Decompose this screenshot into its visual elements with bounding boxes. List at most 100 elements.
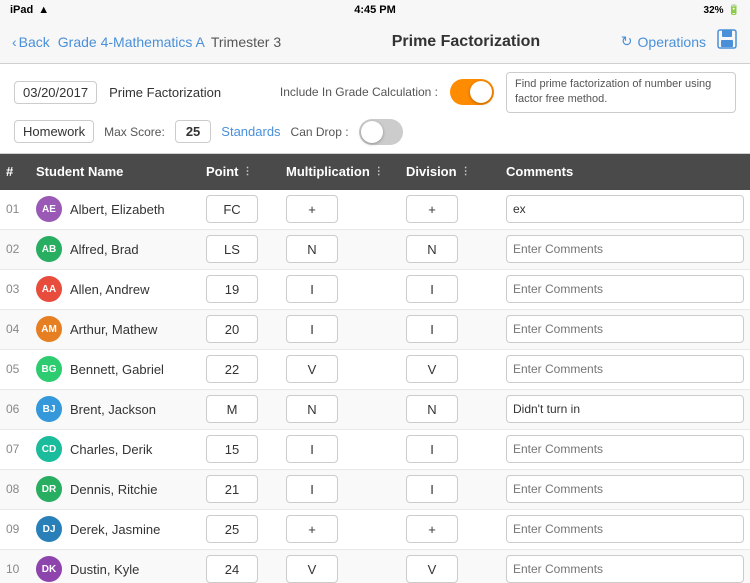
point-cell (206, 235, 286, 263)
sort-div-icon[interactable]: ⋮ (461, 166, 471, 177)
info-row-1: 03/20/2017 Prime Factorization Include I… (14, 72, 736, 113)
point-cell (206, 355, 286, 383)
row-num: 06 (6, 402, 36, 416)
comment-input[interactable] (506, 395, 744, 423)
div-input[interactable] (406, 395, 458, 423)
comment-input[interactable] (506, 515, 744, 543)
comment-cell (506, 515, 744, 543)
student-name: Allen, Andrew (70, 282, 150, 297)
back-button[interactable]: ‹ Back (12, 34, 50, 50)
mult-cell (286, 515, 406, 543)
mult-input[interactable] (286, 475, 338, 503)
row-num: 03 (6, 282, 36, 296)
div-cell (406, 315, 506, 343)
div-input[interactable] (406, 355, 458, 383)
div-cell (406, 395, 506, 423)
point-input[interactable] (206, 395, 258, 423)
comment-input[interactable] (506, 435, 744, 463)
mult-input[interactable] (286, 195, 338, 223)
table-row: 10 DK Dustin, Kyle (0, 550, 750, 583)
point-cell (206, 275, 286, 303)
point-input[interactable] (206, 555, 258, 583)
page-title: Prime Factorization (319, 33, 613, 51)
point-input[interactable] (206, 435, 258, 463)
description-box: Find prime factorization of number using… (506, 72, 736, 113)
div-input[interactable] (406, 555, 458, 583)
avatar: DK (36, 556, 62, 582)
comment-input[interactable] (506, 555, 744, 583)
row-num: 10 (6, 562, 36, 576)
avatar: AM (36, 316, 62, 342)
mult-input[interactable] (286, 515, 338, 543)
student-cell: DJ Derek, Jasmine (36, 516, 206, 542)
save-button[interactable] (716, 28, 738, 56)
can-drop-toggle[interactable] (359, 119, 403, 145)
table-header: # Student Name Point ⋮ Multiplication ⋮ … (0, 154, 750, 190)
comment-input[interactable] (506, 355, 744, 383)
mult-input[interactable] (286, 315, 338, 343)
refresh-icon: ↻ (621, 33, 633, 50)
div-input[interactable] (406, 435, 458, 463)
assignment-date[interactable]: 03/20/2017 (14, 81, 97, 104)
operations-button[interactable]: ↻ Operations (621, 33, 706, 50)
assignment-type[interactable]: Homework (14, 120, 94, 143)
status-bar: iPad ▲ 4:45 PM 32% 🔋 (0, 0, 750, 20)
comment-cell (506, 195, 744, 223)
div-input[interactable] (406, 195, 458, 223)
include-label: Include In Grade Calculation : (280, 85, 438, 99)
mult-cell (286, 475, 406, 503)
div-input[interactable] (406, 275, 458, 303)
comment-input[interactable] (506, 275, 744, 303)
point-input[interactable] (206, 515, 258, 543)
col-num: # (6, 164, 36, 179)
col-multiplication: Multiplication ⋮ (286, 164, 406, 179)
mult-input[interactable] (286, 235, 338, 263)
mult-input[interactable] (286, 555, 338, 583)
row-num: 07 (6, 442, 36, 456)
avatar: BJ (36, 396, 62, 422)
mult-input[interactable] (286, 435, 338, 463)
table-row: 08 DR Dennis, Ritchie (0, 470, 750, 510)
mult-input[interactable] (286, 275, 338, 303)
comment-cell (506, 275, 744, 303)
point-input[interactable] (206, 475, 258, 503)
point-input[interactable] (206, 195, 258, 223)
comment-input[interactable] (506, 235, 744, 263)
student-name: Alfred, Brad (70, 242, 139, 257)
div-cell (406, 235, 506, 263)
avatar: BG (36, 356, 62, 382)
point-cell (206, 195, 286, 223)
comment-cell (506, 315, 744, 343)
avatar: AE (36, 196, 62, 222)
student-name: Dennis, Ritchie (70, 482, 157, 497)
battery-label: 32% (704, 5, 724, 16)
sort-point-icon[interactable]: ⋮ (243, 166, 253, 177)
sort-mult-icon[interactable]: ⋮ (374, 166, 384, 177)
point-cell (206, 475, 286, 503)
comment-input[interactable] (506, 315, 744, 343)
student-name: Charles, Derik (70, 442, 152, 457)
include-toggle[interactable] (450, 79, 494, 105)
div-input[interactable] (406, 515, 458, 543)
max-score-value[interactable]: 25 (175, 120, 211, 143)
point-input[interactable] (206, 315, 258, 343)
back-label: Back (19, 34, 50, 50)
student-cell: CD Charles, Derik (36, 436, 206, 462)
comment-input[interactable] (506, 195, 744, 223)
point-input[interactable] (206, 355, 258, 383)
avatar: DJ (36, 516, 62, 542)
point-input[interactable] (206, 235, 258, 263)
div-input[interactable] (406, 475, 458, 503)
div-input[interactable] (406, 315, 458, 343)
row-num: 04 (6, 322, 36, 336)
point-input[interactable] (206, 275, 258, 303)
mult-input[interactable] (286, 355, 338, 383)
comment-input[interactable] (506, 475, 744, 503)
row-num: 09 (6, 522, 36, 536)
standards-link[interactable]: Standards (221, 124, 280, 139)
comment-cell (506, 555, 744, 583)
mult-input[interactable] (286, 395, 338, 423)
div-input[interactable] (406, 235, 458, 263)
student-name: Brent, Jackson (70, 402, 156, 417)
row-num: 05 (6, 362, 36, 376)
